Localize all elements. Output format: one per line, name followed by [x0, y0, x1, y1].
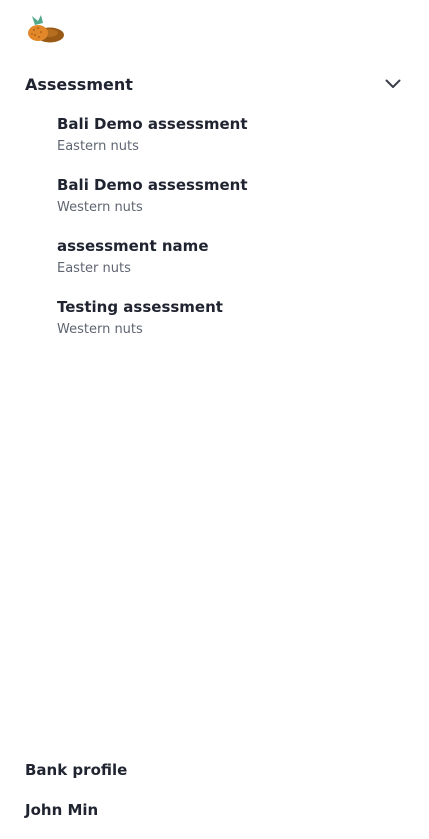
assessment-list-item[interactable]: Bali Demo assessment Western nuts	[57, 175, 397, 236]
section-title: Assessment	[25, 74, 133, 94]
assessment-subtitle: Western nuts	[57, 322, 143, 337]
assessment-list-item[interactable]: Bali Demo assessment Eastern nuts	[57, 114, 397, 175]
chevron-down-icon[interactable]	[384, 75, 402, 93]
assessment-title: Bali Demo assessment	[57, 115, 248, 133]
assessment-subtitle: Easter nuts	[57, 261, 131, 276]
assessment-list-item[interactable]: Testing assessment Western nuts	[57, 297, 397, 358]
assessment-subtitle: Western nuts	[57, 200, 143, 215]
bank-profile-link[interactable]: Bank profile	[25, 761, 127, 779]
assessment-list-item[interactable]: assessment name Easter nuts	[57, 236, 397, 297]
assessment-title: Bali Demo assessment	[57, 176, 248, 194]
sidebar-navigation: Assessment Bali Demo assessment Eastern …	[0, 0, 429, 839]
assessment-title: assessment name	[57, 237, 209, 255]
assessment-title: Testing assessment	[57, 298, 223, 316]
user-profile-link[interactable]: John Min	[25, 801, 98, 819]
nuts-logo-icon[interactable]	[26, 13, 66, 45]
assessment-subtitle: Eastern nuts	[57, 139, 139, 154]
assessment-list: Bali Demo assessment Eastern nuts Bali D…	[57, 114, 397, 358]
assessment-section-toggle[interactable]: Assessment	[25, 70, 402, 98]
